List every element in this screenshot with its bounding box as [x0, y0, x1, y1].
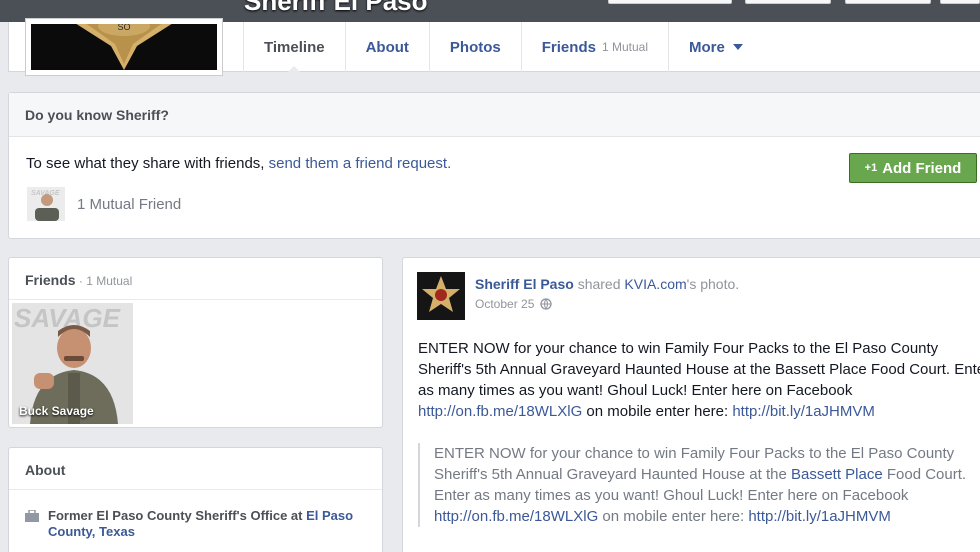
tab-label: More	[688, 38, 725, 56]
tab-photos[interactable]: Photos	[428, 22, 521, 72]
profile-tabs: Timeline About Photos Friends 1 Mutual Mo…	[243, 22, 763, 73]
post-facebook-link[interactable]: http://on.fb.me/18WLXlG	[418, 403, 582, 420]
friends-mutual-sub: · 1 Mutual	[75, 274, 133, 288]
quote-mobile-link[interactable]: http://bit.ly/1aJHMVM	[748, 508, 891, 525]
friends-title: Friends	[25, 272, 76, 288]
send-friend-request-link[interactable]: send them a friend request.	[269, 155, 452, 172]
profile-name[interactable]: Sheriff El Paso	[244, 0, 428, 17]
post-source-link[interactable]: KVIA.com	[624, 276, 686, 292]
star-badge-icon	[417, 272, 465, 320]
timeline-post: Sheriff El Paso shared KVIA.com's photo.…	[402, 257, 980, 552]
post-meta: Sheriff El Paso shared KVIA.com's photo.…	[475, 272, 739, 320]
post-date[interactable]: October 25	[475, 297, 534, 311]
add-friend-label: Add Friend	[882, 159, 962, 177]
mutual-friends-row[interactable]: SAVAGE 1 Mutual Friend	[27, 187, 181, 221]
tab-friends[interactable]: Friends 1 Mutual	[520, 22, 668, 72]
caret-down-icon	[732, 44, 743, 50]
shared-post-quote: ENTER NOW for your chance to win Family …	[418, 443, 980, 527]
briefcase-icon	[25, 510, 39, 522]
tab-label: About	[365, 38, 409, 56]
post-author-avatar[interactable]	[417, 272, 465, 320]
tab-more[interactable]: More	[667, 22, 763, 72]
about-panel: About Former El Paso County Sheriff's Of…	[8, 447, 383, 552]
person-photo-icon: SAVAGE	[27, 187, 65, 221]
friends-panel-header[interactable]: Friends · 1 Mutual	[9, 258, 382, 300]
friend-request-prompt: To see what they share with friends, sen…	[26, 155, 451, 172]
post-action-text: shared	[573, 276, 625, 292]
work-history-item: Former El Paso County Sheriff's Office a…	[25, 508, 375, 540]
tab-label: Photos	[449, 38, 501, 56]
work-history-text: Former El Paso County Sheriff's Office a…	[48, 508, 375, 540]
about-title[interactable]: About	[9, 448, 382, 490]
profile-picture[interactable]: SO	[25, 18, 223, 76]
sheriff-badge-image: SO	[31, 24, 217, 70]
friends-panel: Friends · 1 Mutual SAVAGE Buck Savage	[8, 257, 383, 428]
tab-timeline[interactable]: Timeline	[243, 22, 345, 73]
tab-label: Timeline	[264, 38, 325, 56]
do-you-know-panel: Do you know Sheriff? To see what they sh…	[8, 92, 980, 239]
mutual-friend-thumbnail[interactable]: SAVAGE	[27, 187, 65, 221]
post-body-mid: on mobile enter here:	[582, 403, 733, 420]
star-badge-icon: SO	[31, 24, 217, 70]
cover-action-button-2[interactable]	[745, 0, 831, 4]
tab-about[interactable]: About	[344, 22, 429, 72]
post-object-text: 's photo.	[686, 276, 740, 292]
post-body: ENTER NOW for your chance to win Family …	[418, 338, 980, 422]
add-friend-icon: +1	[864, 162, 878, 174]
tab-label: Friends	[541, 38, 596, 56]
tab-friends-mutual-count: 1 Mutual	[601, 40, 648, 54]
post-author-link[interactable]: Sheriff El Paso	[475, 276, 574, 292]
globe-icon[interactable]	[540, 298, 553, 310]
quote-facebook-link[interactable]: http://on.fb.me/18WLXlG	[434, 508, 598, 525]
cover-action-button-4[interactable]	[940, 0, 980, 4]
post-timestamp[interactable]: October 25	[475, 297, 739, 311]
post-header: Sheriff El Paso shared KVIA.com's photo.…	[417, 272, 739, 320]
do-you-know-title: Do you know Sheriff?	[9, 93, 980, 137]
cover-action-button-3[interactable]	[845, 0, 931, 4]
mutual-friend-count[interactable]: 1 Mutual Friend	[77, 196, 181, 213]
friend-tile-buck-savage[interactable]: SAVAGE Buck Savage	[12, 303, 133, 424]
cover-action-button-1[interactable]	[608, 0, 732, 4]
friend-request-text: To see what they share with friends,	[26, 155, 269, 172]
post-body-text: ENTER NOW for your chance to win Family …	[418, 340, 980, 399]
work-text: Former El Paso County Sheriff's Office a…	[48, 508, 307, 523]
badge-text: SO	[117, 24, 130, 32]
friend-name[interactable]: Buck Savage	[19, 404, 94, 418]
add-friend-button[interactable]: +1 Add Friend	[849, 153, 977, 183]
bassett-place-link[interactable]: Bassett Place	[791, 466, 883, 483]
post-mobile-link[interactable]: http://bit.ly/1aJHMVM	[732, 403, 875, 420]
profile-nav-bar: SO Timeline About Photos Friends 1 Mutual…	[8, 18, 980, 76]
quote-mid2-text: on mobile enter here:	[598, 508, 749, 525]
